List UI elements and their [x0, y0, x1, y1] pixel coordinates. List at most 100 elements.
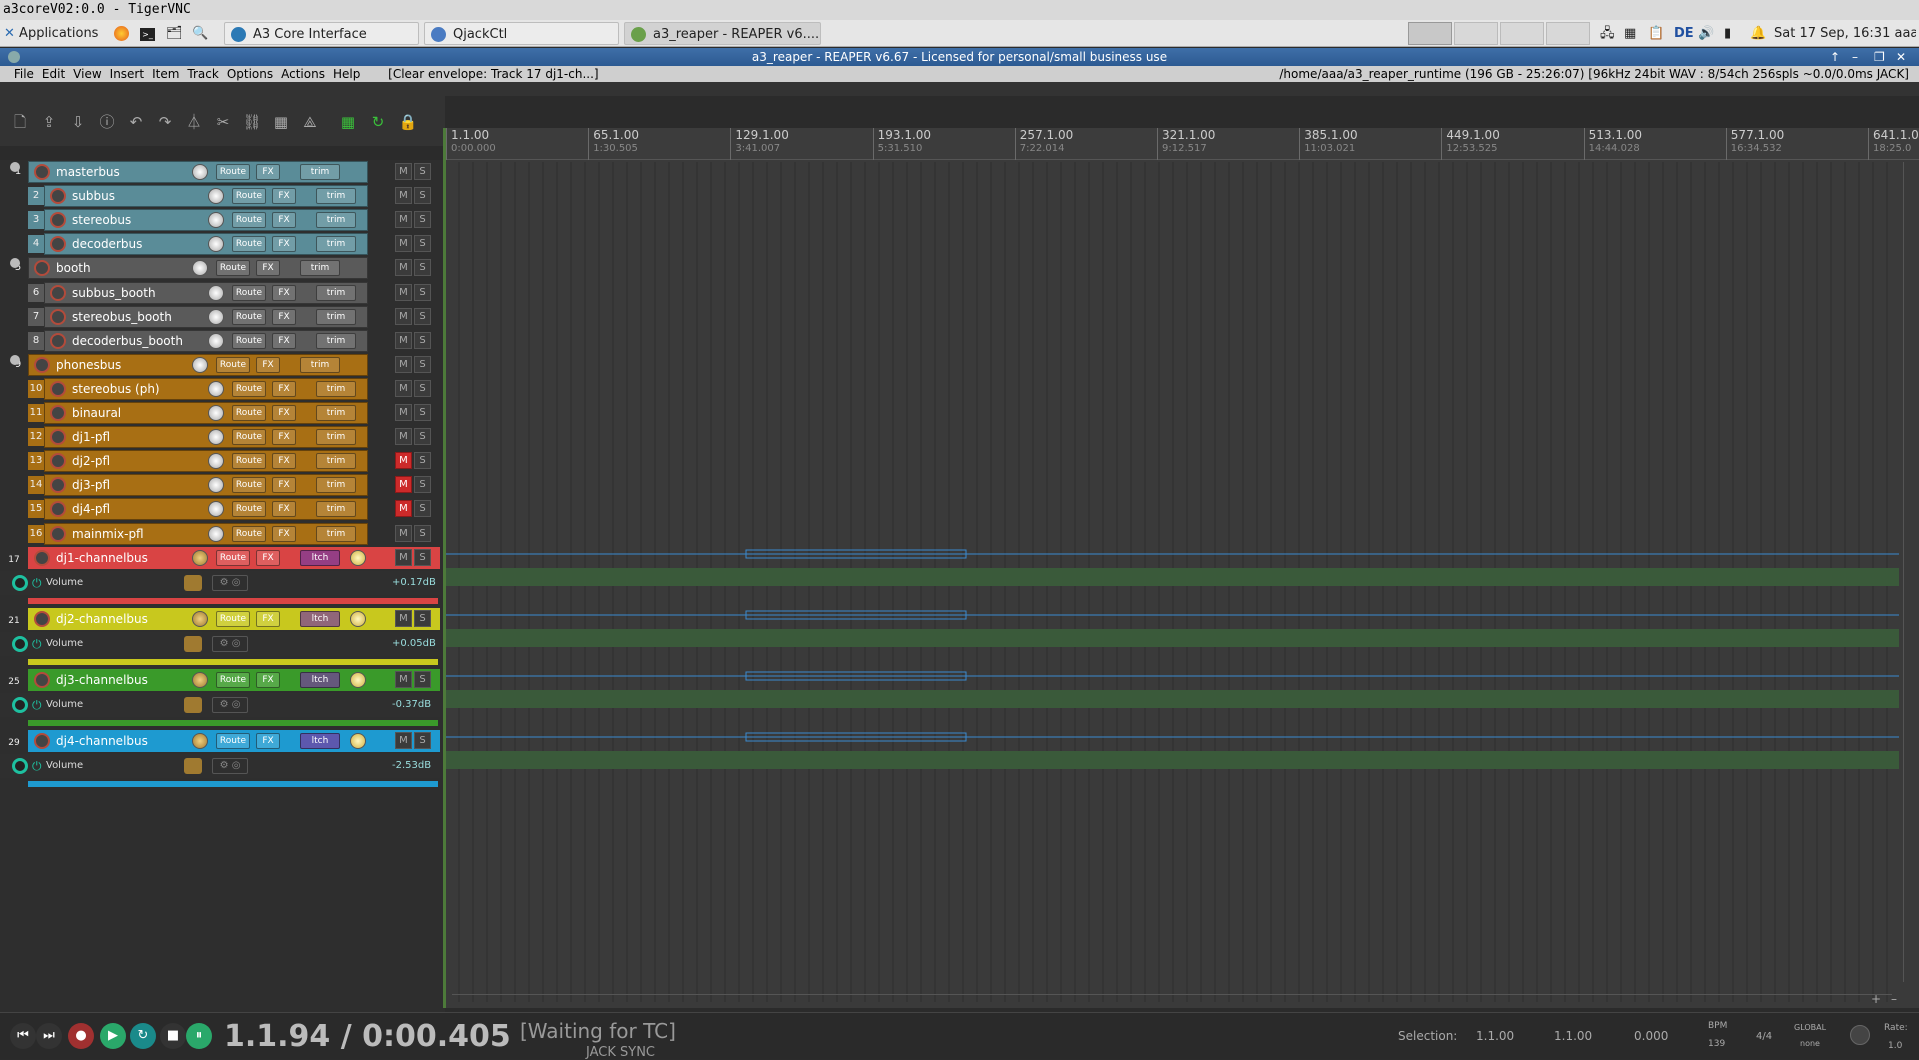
record-arm-icon[interactable] [50, 308, 66, 325]
time-signature[interactable]: 4/4 [1756, 1031, 1772, 1042]
route-button[interactable]: Route [232, 429, 266, 446]
track-name[interactable]: dj3-channelbus [56, 671, 148, 689]
fx-button[interactable]: FX [272, 212, 296, 229]
record-arm-icon[interactable] [50, 284, 66, 301]
solo-button[interactable]: S [414, 211, 431, 229]
volume-knob-icon[interactable] [192, 164, 208, 180]
envelope-lane[interactable]: ⏻ Volume ⚙ ◎ +0.17dB [0, 571, 440, 595]
search-icon[interactable]: 🔍 [192, 22, 214, 45]
fx-button[interactable]: FX [256, 611, 280, 627]
project-settings-icon[interactable]: ⓘ [97, 112, 117, 132]
record-arm-icon[interactable] [50, 188, 66, 205]
trim-button[interactable]: trim [316, 477, 356, 494]
menu-view[interactable]: View [69, 67, 105, 81]
envelope-lane-band[interactable] [446, 629, 1899, 647]
rate-value[interactable]: 1.0 [1888, 1041, 1902, 1051]
track-row[interactable]: 8 decoderbus_booth Route FX trim M S [0, 329, 440, 353]
mute-button[interactable]: M [395, 307, 412, 325]
record-arm-icon[interactable] [50, 525, 66, 542]
loop-icon[interactable]: ↻ [368, 112, 388, 132]
solo-button[interactable]: S [414, 610, 431, 627]
clock[interactable]: Sat 17 Sep, 16:31 aaa [1774, 22, 1916, 45]
route-button[interactable]: Route [216, 164, 250, 180]
record-icon[interactable]: ● [68, 1023, 94, 1049]
menu-help[interactable]: Help [329, 67, 364, 81]
solo-button[interactable]: S [414, 549, 431, 566]
route-button[interactable]: Route [216, 733, 250, 749]
track-row[interactable]: 9 phonesbus Route FX trim M S [0, 353, 440, 377]
volume-knob-icon[interactable] [192, 550, 208, 566]
record-arm-icon[interactable] [34, 733, 50, 749]
track-row[interactable]: 4 decoderbus Route FX trim M S [0, 232, 440, 256]
trim-button[interactable]: trim [316, 308, 356, 325]
mute-button[interactable]: M [395, 379, 412, 397]
channelbus-row[interactable]: 21 dj2-channelbus Route FX ltch M S [0, 607, 440, 631]
route-button[interactable]: Route [232, 284, 266, 301]
route-button[interactable]: Route [216, 550, 250, 566]
notification-bell-icon[interactable]: 🔔 [1750, 22, 1770, 45]
track-row[interactable]: 3 stereobus Route FX trim M S [0, 208, 440, 232]
file-manager-icon[interactable]: 🗂 [166, 22, 188, 45]
volume-icon[interactable]: 🔊 [1698, 22, 1718, 45]
envelope-lane-band[interactable] [446, 568, 1899, 586]
route-button[interactable]: Route [216, 260, 250, 277]
volume-knob-icon[interactable] [208, 188, 224, 205]
envelope-settings-icon[interactable]: ⚙ ◎ [212, 575, 248, 591]
solo-button[interactable]: S [414, 379, 431, 397]
record-arm-icon[interactable] [34, 550, 50, 566]
ruler-tick[interactable]: 65.1.00 1:30.505 [588, 128, 639, 160]
lock-icon[interactable]: 🔒 [398, 112, 418, 132]
fx-button[interactable]: FX [256, 733, 280, 749]
route-button[interactable]: Route [232, 380, 266, 397]
solo-button[interactable]: S [414, 428, 431, 446]
track-name[interactable]: subbus [72, 187, 115, 205]
ruler-tick[interactable]: 129.1.00 3:41.007 [730, 128, 789, 160]
volume-knob-icon[interactable] [208, 405, 224, 421]
envelope-lane-band[interactable] [446, 751, 1899, 769]
mute-button[interactable]: M [395, 452, 412, 470]
track-row[interactable]: 10 stereobus (ph) Route FX trim M S [0, 377, 440, 401]
channelbus-row[interactable]: 29 dj4-channelbus Route FX ltch M S [0, 729, 440, 753]
mute-button[interactable]: M [395, 671, 412, 688]
zoom-out-icon[interactable]: – [1891, 992, 1897, 1006]
envelope-lane[interactable]: ⏻ Volume ⚙ ◎ -0.37dB [0, 693, 440, 717]
track-name[interactable]: decoderbus_booth [72, 332, 183, 350]
mute-button[interactable]: M [395, 283, 412, 301]
save-project-icon[interactable]: ⇩ [68, 112, 88, 132]
record-arm-icon[interactable] [50, 332, 66, 349]
solo-button[interactable]: S [414, 331, 431, 349]
mute-button[interactable]: M [395, 404, 412, 421]
ripple-edit-icon[interactable]: ✂ [213, 112, 233, 132]
open-project-icon[interactable]: ⇪ [39, 112, 59, 132]
fx-button[interactable]: FX [272, 188, 296, 205]
solo-button[interactable]: S [414, 307, 431, 325]
workspace-1[interactable] [1408, 22, 1452, 45]
volume-knob-icon[interactable] [192, 611, 208, 627]
fx-button[interactable]: FX [272, 453, 296, 470]
route-button[interactable]: Route [232, 236, 266, 253]
track-name[interactable]: stereobus [72, 211, 131, 229]
mute-button[interactable]: M [395, 211, 412, 229]
envelope-knob-icon[interactable] [184, 636, 202, 652]
volume-knob-icon[interactable] [208, 332, 224, 349]
trim-button[interactable]: trim [300, 164, 340, 180]
trim-button[interactable]: trim [316, 405, 356, 421]
trim-button[interactable]: trim [316, 284, 356, 301]
channelbus-row[interactable]: 17 dj1-channelbus Route FX ltch M S [0, 546, 440, 570]
envelope-lane[interactable]: ⏻ Volume ⚙ ◎ -2.53dB [0, 754, 440, 778]
fx-button[interactable]: FX [256, 672, 280, 688]
track-row[interactable]: 6 subbus_booth Route FX trim M S [0, 281, 440, 305]
envelope-knob-icon[interactable] [184, 697, 202, 713]
item-grouping-icon[interactable]: ⛓ [242, 112, 262, 132]
redo-icon[interactable]: ↷ [155, 112, 175, 132]
route-button[interactable]: Route [216, 356, 250, 373]
volume-knob-icon[interactable] [208, 308, 224, 325]
track-row[interactable]: 5 booth Route FX trim M S [0, 256, 440, 280]
mute-button[interactable]: M [395, 524, 412, 542]
record-arm-icon[interactable] [34, 611, 50, 627]
fx-button[interactable]: FX [272, 332, 296, 349]
trim-button[interactable]: trim [316, 332, 356, 349]
record-arm-icon[interactable] [50, 405, 66, 421]
ruler-tick[interactable]: 385.1.00 11:03.021 [1299, 128, 1358, 160]
go-start-icon[interactable]: ⏮ [10, 1023, 36, 1049]
